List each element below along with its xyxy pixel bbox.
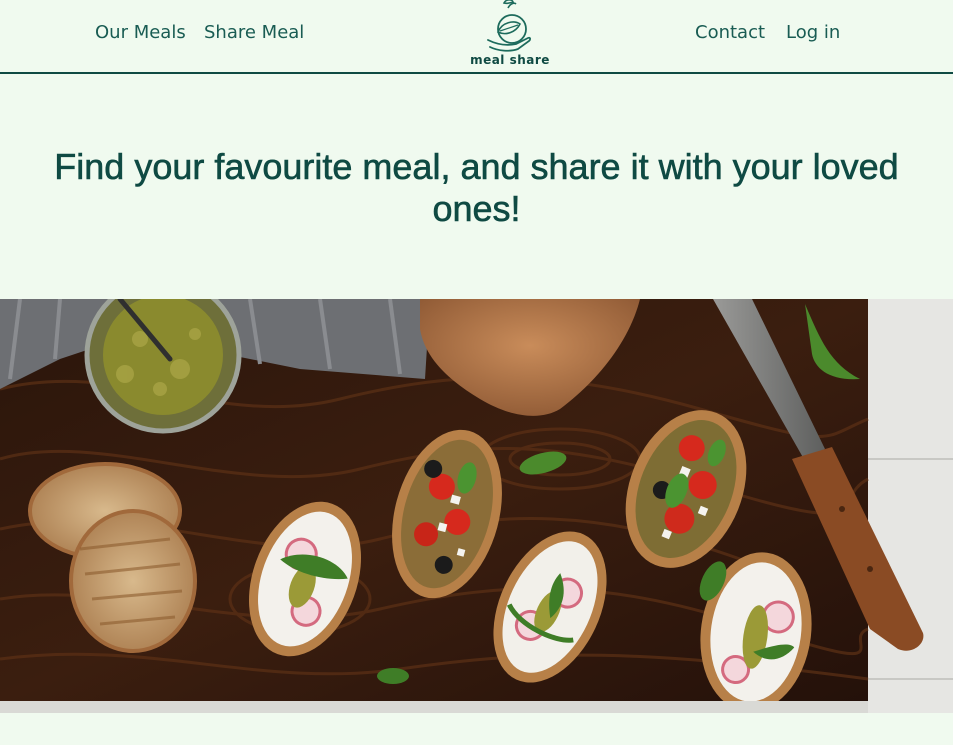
nav-contact[interactable]: Contact bbox=[695, 22, 765, 44]
logo[interactable]: meal share bbox=[468, 0, 552, 72]
nav-share-meal[interactable]: Share Meal bbox=[204, 22, 304, 44]
logo-text: meal share bbox=[470, 53, 550, 67]
nav-our-meals[interactable]: Our Meals bbox=[95, 22, 186, 44]
nav-login[interactable]: Log in bbox=[786, 22, 840, 44]
site-header: Our Meals Share Meal meal share Contact … bbox=[0, 0, 953, 74]
hero-headline: Find your favourite meal, and share it w… bbox=[54, 146, 899, 230]
hero-image bbox=[0, 299, 953, 713]
bruschetta-board-illustration bbox=[0, 299, 953, 713]
logo-hand-leaf-icon bbox=[487, 0, 531, 52]
